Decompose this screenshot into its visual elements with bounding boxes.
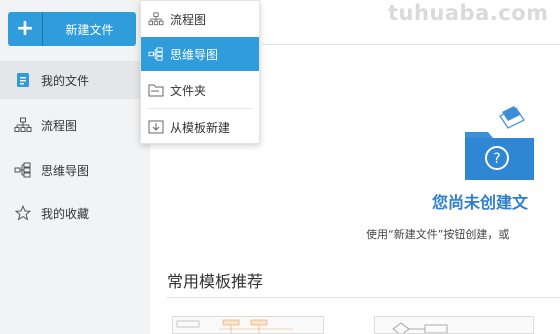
document-icon bbox=[14, 71, 32, 89]
star-icon bbox=[14, 204, 32, 222]
sidebar-item-flowchart[interactable]: 流程图 bbox=[0, 106, 150, 144]
menu-item-from-template[interactable]: 从模板新建 bbox=[141, 110, 259, 144]
flowchart-icon bbox=[14, 116, 32, 134]
menu-item-label: 思维导图 bbox=[170, 47, 219, 62]
sidebar-item-my-files[interactable]: 我的文件 bbox=[0, 61, 150, 99]
mindmap-icon bbox=[14, 161, 32, 179]
menu-item-label: 从模板新建 bbox=[170, 120, 231, 135]
svg-text:?: ? bbox=[493, 151, 500, 167]
template-icon bbox=[148, 119, 164, 135]
menu-item-label: 流程图 bbox=[170, 12, 207, 27]
sidebar-item-label: 我的文件 bbox=[41, 73, 90, 88]
plus-icon: + bbox=[15, 16, 35, 41]
empty-folder-icon: ? bbox=[465, 106, 534, 180]
sidebar-item-label: 流程图 bbox=[41, 118, 78, 133]
sidebar-item-label: 我的收藏 bbox=[41, 206, 90, 221]
empty-state-hint: 使用“新建文件”按钮创建，或 bbox=[366, 228, 510, 241]
new-file-button[interactable]: + 新建文件 bbox=[8, 12, 136, 46]
templates-divider bbox=[167, 297, 560, 298]
new-file-label: 新建文件 bbox=[65, 22, 114, 37]
template-thumbnail[interactable] bbox=[172, 316, 324, 334]
sidebar-item-mindmap[interactable]: 思维导图 bbox=[0, 151, 150, 189]
menu-item-flowchart[interactable]: 流程图 bbox=[141, 2, 259, 36]
watermark: tuhuaba.com bbox=[388, 1, 549, 25]
mindmap-icon bbox=[148, 46, 164, 62]
template-thumbnail[interactable] bbox=[374, 316, 534, 334]
menu-item-mindmap[interactable]: 思维导图 bbox=[141, 37, 259, 71]
sidebar: + 新建文件 我的文件 流程图 思维导图 我的收藏 bbox=[0, 0, 150, 334]
menu-item-folder[interactable]: 文件夹 bbox=[141, 73, 259, 107]
flowchart-icon bbox=[148, 11, 164, 27]
sidebar-item-label: 思维导图 bbox=[41, 163, 90, 178]
header-divider bbox=[262, 44, 560, 45]
menu-divider bbox=[147, 108, 253, 109]
sidebar-item-favorites[interactable]: 我的收藏 bbox=[0, 194, 150, 232]
menu-item-label: 文件夹 bbox=[170, 83, 207, 98]
new-file-dropdown: 流程图 思维导图 文件夹 从模板新建 bbox=[140, 0, 260, 144]
folder-icon bbox=[148, 82, 164, 98]
templates-section-title: 常用模板推荐 bbox=[167, 272, 264, 291]
empty-state-title: 您尚未创建文 bbox=[432, 193, 529, 212]
